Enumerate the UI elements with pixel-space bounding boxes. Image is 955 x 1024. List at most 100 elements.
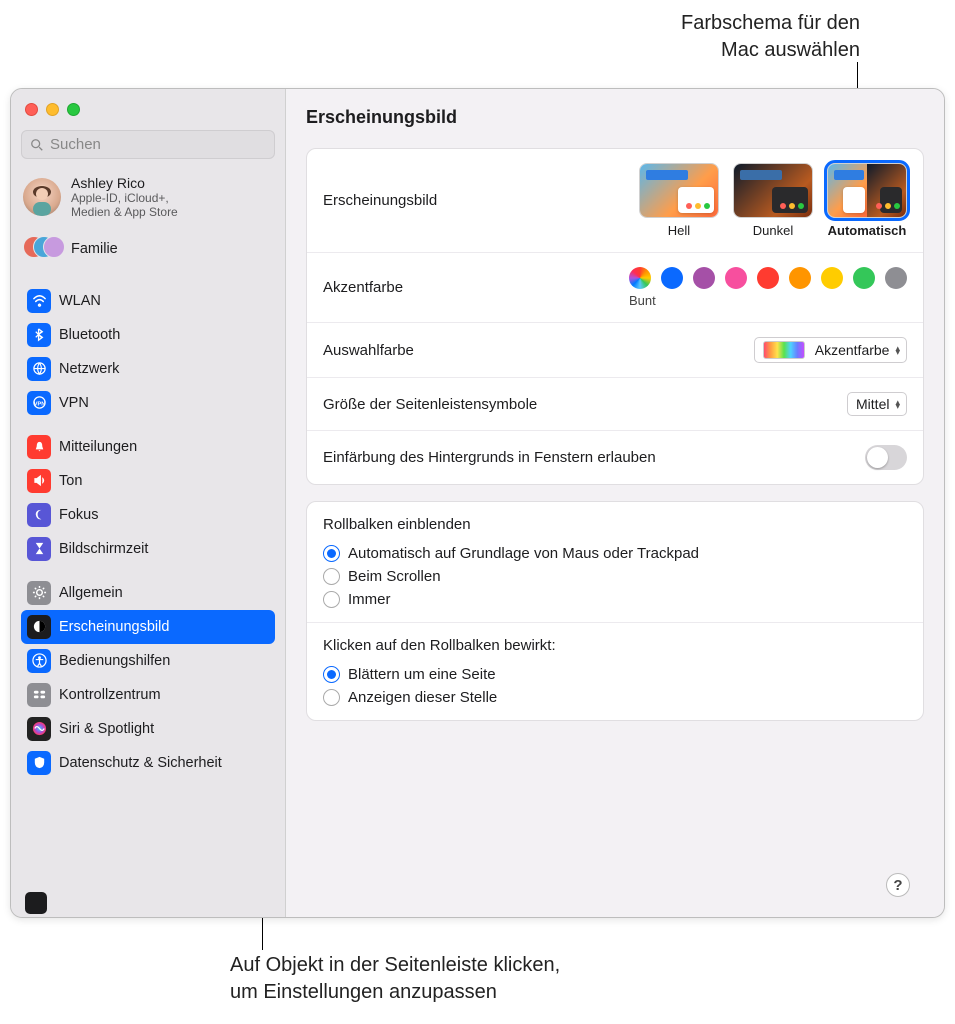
radio-label: Beim Scrollen <box>348 568 441 585</box>
radio-icon <box>323 568 340 585</box>
radio-icon <box>323 545 340 562</box>
accent-color-2[interactable] <box>693 267 715 289</box>
chevron-updown-icon: ▴▾ <box>895 400 900 409</box>
help-button[interactable]: ? <box>886 873 910 897</box>
main-content: Erscheinungsbild Erscheinungsbild Hell Du… <box>286 89 944 917</box>
sidebar-item-wlan[interactable]: WLAN <box>21 284 275 318</box>
hourglass-icon <box>27 537 51 561</box>
search-input[interactable]: Suchen <box>21 130 275 159</box>
accent-caption: Bunt <box>629 293 907 308</box>
search-placeholder: Suchen <box>50 136 101 153</box>
highlight-value: Akzentfarbe <box>815 342 890 358</box>
sidebar-item-label: Erscheinungsbild <box>59 619 169 635</box>
control-icon <box>27 683 51 707</box>
account-subline1: Apple-ID, iCloud+, <box>71 191 178 205</box>
appearance-option-label: Dunkel <box>733 223 813 238</box>
sidebar-item-label: Kontrollzentrum <box>59 687 161 703</box>
family-avatars <box>23 236 61 262</box>
close-button[interactable] <box>25 103 38 116</box>
sidebar-item-label: Siri & Spotlight <box>59 721 154 737</box>
scrollclick-options-option-1[interactable]: Anzeigen dieser Stelle <box>323 689 907 706</box>
sidebar-item-label: WLAN <box>59 293 101 309</box>
sidebar-item-label: VPN <box>59 395 89 411</box>
sidebar-item-label: Bedienungshilfen <box>59 653 170 669</box>
accent-color-6[interactable] <box>821 267 843 289</box>
apple-id-row[interactable]: Ashley Rico Apple-ID, iCloud+, Medien & … <box>21 171 275 230</box>
sidebar-icon-size-label: Größe der Seitenleistensymbole <box>323 396 537 413</box>
sidebar-icon-size-select[interactable]: Mittel ▴▾ <box>847 392 907 416</box>
sidebar-item-bildschirmzeit[interactable]: Bildschirmzeit <box>21 532 275 566</box>
appearance-label: Erscheinungsbild <box>323 192 437 209</box>
radio-icon <box>323 689 340 706</box>
siri-icon <box>27 717 51 741</box>
appearance-panel: Erscheinungsbild Hell Dunkel Automatisch A… <box>306 148 924 485</box>
globe-icon <box>27 357 51 381</box>
sidebar-item-netzwerk[interactable]: Netzwerk <box>21 352 275 386</box>
sidebar-item-bedienungshilfen[interactable]: Bedienungshilfen <box>21 644 275 678</box>
sidebar-item-allgemein[interactable]: Allgemein <box>21 576 275 610</box>
radio-label: Automatisch auf Grundlage von Maus oder … <box>348 545 699 562</box>
accent-row: Akzentfarbe Bunt <box>307 253 923 323</box>
appearance-icon <box>27 615 51 639</box>
appearance-row: Erscheinungsbild Hell Dunkel Automatisch <box>307 149 923 253</box>
sidebar-item-label: Netzwerk <box>59 361 119 377</box>
accent-color-5[interactable] <box>789 267 811 289</box>
accent-color-3[interactable] <box>725 267 747 289</box>
wallpaper-tint-toggle[interactable] <box>865 445 907 470</box>
appearance-option-label: Hell <box>639 223 719 238</box>
wifi-icon <box>27 289 51 313</box>
accent-color-7[interactable] <box>853 267 875 289</box>
account-name: Ashley Rico <box>71 175 178 191</box>
sidebar-item-bluetooth[interactable]: Bluetooth <box>21 318 275 352</box>
gear-icon <box>27 581 51 605</box>
fullscreen-button[interactable] <box>67 103 80 116</box>
sidebar-item-siri[interactable]: Siri & Spotlight <box>21 712 275 746</box>
avatar <box>23 178 61 216</box>
sidebar-item-label: Allgemein <box>59 585 123 601</box>
window-controls <box>21 99 275 130</box>
family-row[interactable]: Familie <box>21 230 275 274</box>
accent-color-4[interactable] <box>757 267 779 289</box>
appearance-option-auto[interactable]: Automatisch <box>827 163 907 238</box>
annotation-top: Farbschema für den Mac auswählen <box>681 10 860 64</box>
truncated-icon <box>25 892 47 914</box>
scroll-panel: Rollbalken einblenden Automatisch auf Gr… <box>306 501 924 721</box>
accessibility-icon <box>27 649 51 673</box>
minimize-button[interactable] <box>46 103 59 116</box>
sidebar-item-label: Datenschutz & Sicherheit <box>59 755 222 771</box>
appearance-option-light[interactable]: Hell <box>639 163 719 238</box>
scrollbars-options-option-0[interactable]: Automatisch auf Grundlage von Maus oder … <box>323 545 907 562</box>
sidebar-item-label: Bildschirmzeit <box>59 541 148 557</box>
sidebar-item-mitteilungen[interactable]: Mitteilungen <box>21 430 275 464</box>
accent-color-0[interactable] <box>629 267 651 289</box>
accent-color-1[interactable] <box>661 267 683 289</box>
sidebar-item-vpn[interactable]: VPN VPN <box>21 386 275 420</box>
sidebar-item-datenschutz[interactable]: Datenschutz & Sicherheit <box>21 746 275 780</box>
bell-icon <box>27 435 51 459</box>
svg-text:VPN: VPN <box>33 402 45 408</box>
highlight-select[interactable]: Akzentfarbe ▴▾ <box>754 337 907 363</box>
page-title: Erscheinungsbild <box>306 107 924 128</box>
accent-color-8[interactable] <box>885 267 907 289</box>
highlight-label: Auswahlfarbe <box>323 342 414 359</box>
appearance-option-label: Automatisch <box>827 223 907 238</box>
scrollbars-options-option-1[interactable]: Beim Scrollen <box>323 568 907 585</box>
sidebar-item-fokus[interactable]: Fokus <box>21 498 275 532</box>
radio-icon <box>323 666 340 683</box>
accent-label: Akzentfarbe <box>323 279 403 296</box>
radio-label: Anzeigen dieser Stelle <box>348 689 497 706</box>
scrollbars-options-option-2[interactable]: Immer <box>323 591 907 608</box>
scrollclick-options-option-0[interactable]: Blättern um eine Seite <box>323 666 907 683</box>
annotation-bottom: Auf Objekt in der Seitenleiste klicken, … <box>230 952 560 1006</box>
settings-window: Suchen Ashley Rico Apple-ID, iCloud+, Me… <box>10 88 945 918</box>
scrollbars-heading: Rollbalken einblenden <box>323 516 907 533</box>
sidebar-item-kontrollzentrum[interactable]: Kontrollzentrum <box>21 678 275 712</box>
appearance-option-dark[interactable]: Dunkel <box>733 163 813 238</box>
vpn-icon: VPN <box>27 391 51 415</box>
sidebar-item-erscheinungsbild[interactable]: Erscheinungsbild <box>21 610 275 644</box>
highlight-swatch <box>763 341 805 359</box>
highlight-row: Auswahlfarbe Akzentfarbe ▴▾ <box>307 323 923 378</box>
sidebar-item-label: Bluetooth <box>59 327 120 343</box>
sidebar-item-ton[interactable]: Ton <box>21 464 275 498</box>
sidebar-item-label: Ton <box>59 473 82 489</box>
